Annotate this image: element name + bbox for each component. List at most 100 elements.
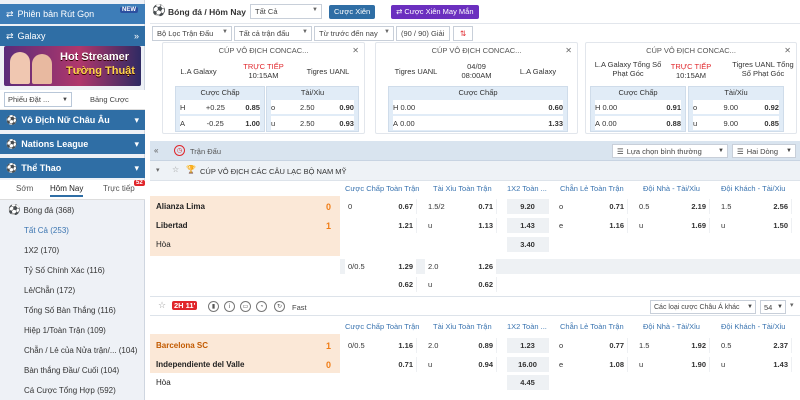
odds-row[interactable]: A 0.00 1.33 [393,116,563,130]
refresh-icon[interactable]: ↻ [274,301,285,312]
prematch-card[interactable]: CÚP VÔ ĐỊCH CONCAC... ✕ Tigres UANL L.A … [375,42,578,134]
odds-cell[interactable]: 1.5 2.56 [718,199,792,214]
star-icon[interactable]: ☆ [172,165,179,174]
menu-item-correct-score[interactable]: Tỷ Số Chính Xác (116) [0,260,145,280]
menu-item-total-goals[interactable]: Tổng Số Bàn Thắng (116) [0,300,145,320]
filter-all-select[interactable]: Tất Cả ▼ [250,4,322,19]
odds-cell[interactable]: 0/0.5 1.29 [345,259,417,274]
menu-item-combo[interactable]: Cá Cược Tổng Hợp (592) [0,380,145,400]
odds-cell[interactable]: u 1.90 [636,357,710,372]
chart-icon[interactable]: ◔ [256,301,267,312]
sort-icon[interactable]: ⇅ [453,26,473,41]
parlay-button[interactable]: Cược Xiên [329,5,376,19]
info-icon[interactable]: i [224,301,235,312]
odds-cell[interactable]: u 1.43 [718,357,792,372]
nav-sports[interactable]: ⚽ Thể Thao ▾ [0,158,145,178]
odds-cell[interactable]: 0 0.67 [345,199,417,214]
odds-cell[interactable]: u 1.69 [636,218,710,233]
odds-cell[interactable]: u 1.13 [425,218,497,233]
promo-banner[interactable]: Hot Streamer Tường Thuật [4,46,141,86]
odds-cell[interactable]: 0.62 [345,277,417,292]
odds-cell[interactable]: 0.71 [345,357,417,372]
odds-row[interactable]: A 0.00 0.88 [595,116,681,130]
sort-select[interactable]: ☰ Lựa chọn bình thường ▼ [612,144,728,158]
odds-cell[interactable]: 3.40 [507,237,549,252]
fast-label[interactable]: Fast [292,303,307,312]
odds-cell[interactable]: 0.5 2.19 [636,199,710,214]
corners-card[interactable]: CÚP VÔ ĐỊCH CONCAC... ✕ L.A Galaxy Tổng … [585,42,797,134]
odds-cell[interactable]: u 0.94 [425,357,497,372]
odds-cell[interactable]: e 1.08 [556,357,628,372]
galaxy-button[interactable]: ⇄ Galaxy » [0,26,145,46]
odds-cell[interactable]: 1.5 1.92 [636,338,710,353]
odds-cell[interactable]: 1.21 [345,218,417,233]
odds-cell[interactable]: 1.23 [507,338,549,353]
close-icon[interactable]: ✕ [565,46,572,55]
odds-cell[interactable]: 1.5/2 0.71 [425,199,497,214]
menu-item-all[interactable]: Tất Cả (253) [0,220,145,240]
nav-nations-league[interactable]: ⚽ Nations League ▾ [0,134,145,154]
menu-item-1x2[interactable]: 1X2 (170) [0,240,145,260]
league-count-select[interactable]: (90 / 90) Giải [396,26,450,41]
market-count-select[interactable]: 54 ▼ [760,300,786,314]
odds-row[interactable]: u 9.00 0.85 [693,116,779,130]
close-icon[interactable]: ✕ [784,46,791,55]
nav-womens-euro[interactable]: ⚽ Vô Địch Nữ Châu Âu ▾ [0,110,145,130]
tab-today[interactable]: Hôm Nay [50,184,84,197]
menu-item-half-odd-even[interactable]: Chẵn / Lẻ của Nửa trận/... (104) [0,340,145,360]
odds-cell[interactable]: 0/0.5 1.16 [345,338,417,353]
bet-slip-tab[interactable]: Bảng Cược [90,95,129,104]
odds-cell[interactable]: 2.0 0.89 [425,338,497,353]
handicap-box: Cược Chấp H +0.25 0.85 A -0.25 1.00 [175,86,265,132]
tab-live[interactable]: Trực tiếp [103,184,135,193]
odds-row[interactable]: o 9.00 0.92 [693,100,779,114]
odds-cell[interactable]: 2.0 1.26 [425,259,497,274]
tab-early[interactable]: Sớm [16,184,33,193]
odds-row[interactable]: u 2.50 0.93 [271,116,354,130]
odds-cell[interactable]: u 1.50 [718,218,792,233]
star-icon[interactable]: ☆ [158,300,166,311]
chevron-left-icon[interactable]: « [154,146,158,155]
chevron-down-icon[interactable]: ▾ [156,166,160,174]
tv-icon[interactable]: ▭ [240,301,251,312]
odds-row[interactable]: o 2.50 0.90 [271,100,354,114]
chevron-down-icon: ▼ [384,29,390,35]
sport-item[interactable]: ⚽ Bóng đá (368) [0,200,145,220]
col-handicap: Cược Chấp Toàn Trận [345,322,420,331]
short-version-button[interactable]: ⇄ Phiên bản Rút Gọn NEW [0,4,145,24]
odds-cell[interactable]: o 0.71 [556,199,628,214]
match-filter-select[interactable]: Bộ Lọc Trận Đấu ▼ [152,26,232,41]
odds-cell[interactable]: e 1.16 [556,218,628,233]
odds-cell[interactable]: 4.45 [507,375,549,390]
odds-cell[interactable]: u 0.62 [425,277,497,292]
live-card[interactable]: CÚP VÔ ĐỊCH CONCAC... ✕ L.A Galaxy Tigre… [162,42,365,134]
odds-cell[interactable]: 1.43 [507,218,549,233]
all-matches-select[interactable]: Tất cả trận đấu ▼ [234,26,312,41]
col-home-ou: Đội Nhà - Tài/Xỉu [643,322,700,331]
odds-row[interactable]: H 0.00 0.91 [595,100,681,114]
league-row[interactable]: ▾ ☆ 🏆 CÚP VÔ ĐỊCH CÁC CÂU LẠC BỘ NAM MỸ [150,161,800,181]
odds-cell[interactable]: 16.00 [507,357,549,372]
stats-icon[interactable]: ▮ [208,301,219,312]
line-mode-select[interactable]: ☰ Hai Dòng ▼ [732,144,796,158]
odds-type-select[interactable]: Phiếu Đặt ... ▼ [4,92,72,107]
odds-row[interactable]: H +0.25 0.85 [180,100,260,114]
odds-row[interactable]: A -0.25 1.00 [180,116,260,130]
close-icon[interactable]: ✕ [352,46,359,55]
odds-row[interactable]: H 0.00 0.60 [393,100,563,114]
lucky-parlay-button[interactable]: ⇄ Cược Xiên May Mắn [391,5,479,19]
chevron-down-icon: ▼ [786,148,792,154]
odds-cell[interactable]: 0.5 2.37 [718,338,792,353]
streamer-figure [32,54,52,84]
odds-cell[interactable]: 9.20 [507,199,549,214]
odds-type-select[interactable]: Các loại cược Châu Á khác ▼ [650,300,756,314]
menu-item-first-last-goal[interactable]: Bàn thắng Đầu/ Cuối (104) [0,360,145,380]
odds-cell[interactable]: o 0.77 [556,338,628,353]
banner-line1: Hot Streamer [60,51,130,63]
card-date: 04/09 [467,62,486,71]
menu-item-ht-ft[interactable]: Hiệp 1/Toàn Trận (109) [0,320,145,340]
time-range-select[interactable]: Từ trước đến nay ▼ [314,26,394,41]
menu-item-odd-even[interactable]: Lẻ/Chẵn (172) [0,280,145,300]
chevron-down-icon[interactable]: ▾ [790,301,794,309]
draw-label: Hòa [156,240,171,249]
